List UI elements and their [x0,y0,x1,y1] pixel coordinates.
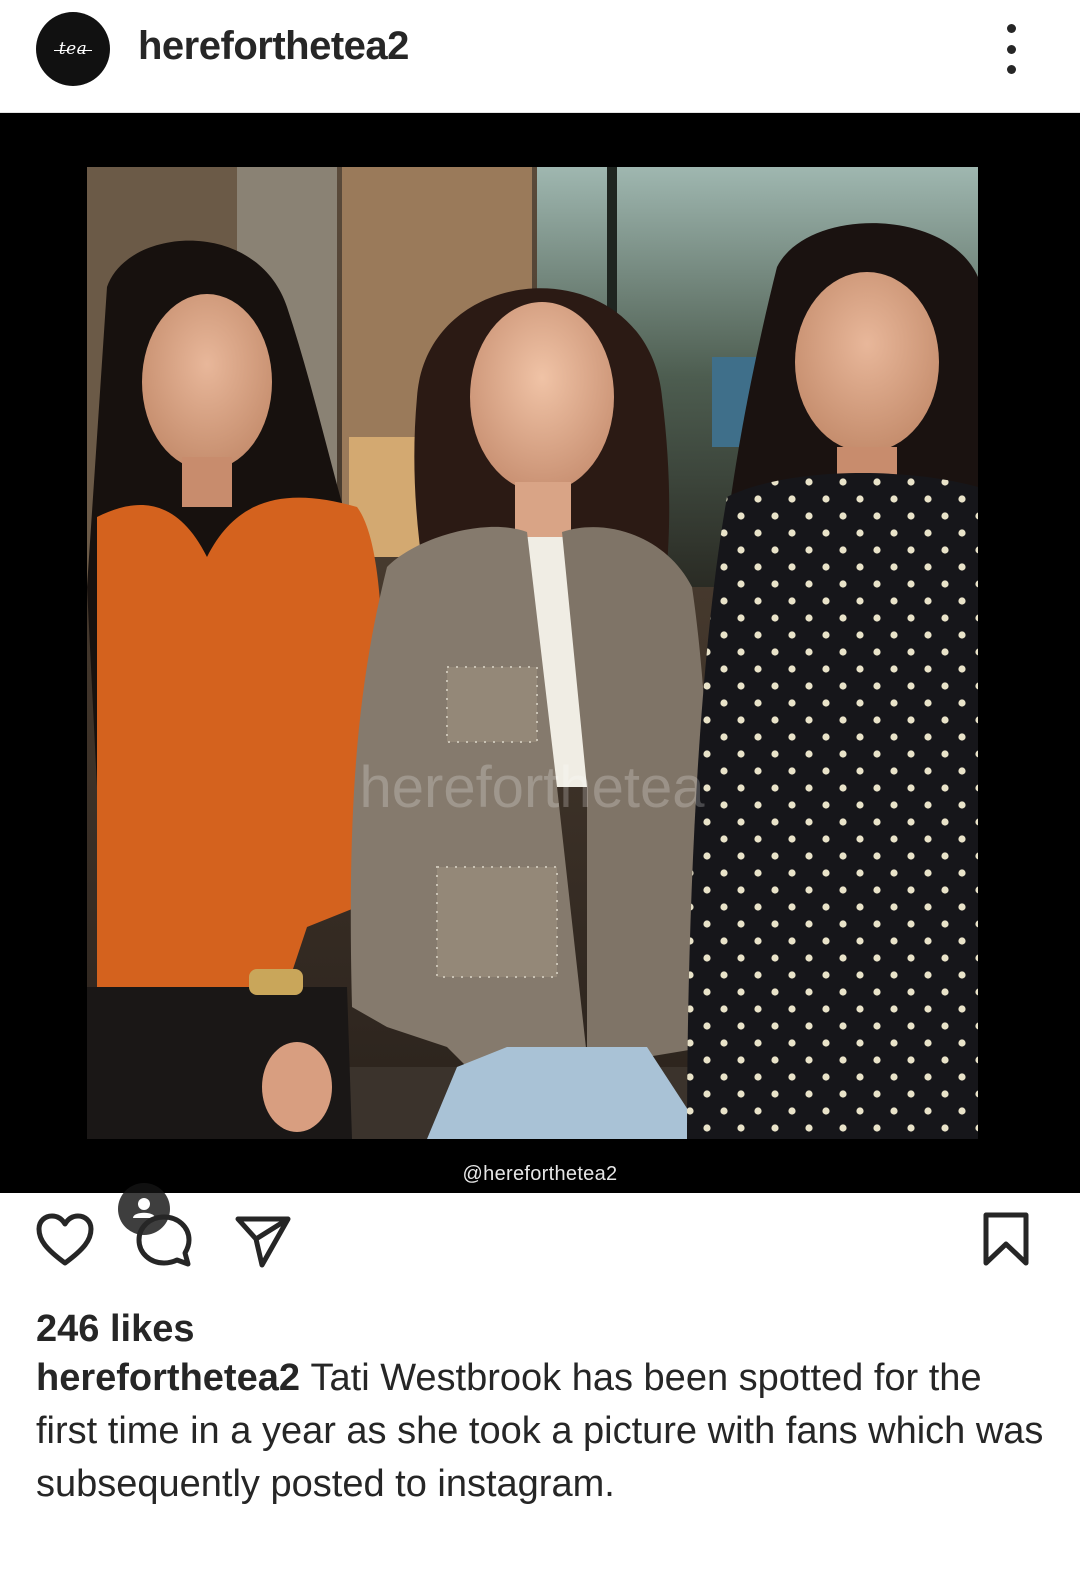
photo-watermark-handle: @herefortheteа2 [462,1163,618,1185]
middle-person-face [470,302,614,492]
post-actions [0,1193,1080,1293]
post-caption: herefortheteа2 Tati Westbrook has been s… [36,1352,1046,1511]
photo-overlay-watermark: herefortheteа [359,755,705,820]
like-count[interactable]: 246 likes [36,1308,194,1351]
right-person-face [795,272,939,452]
photo-illustration: herefortheteа [87,167,978,1139]
more-options-icon[interactable] [996,24,1026,74]
left-person-neck [182,457,232,507]
comment-icon[interactable] [136,1213,192,1274]
left-person-hand [262,1042,332,1132]
post-photo: herefortheteа [87,167,978,1139]
post-username[interactable]: herefortheteа2 [138,24,409,69]
post-media[interactable]: herefortheteа @herefortheteа2 [0,113,1080,1235]
left-person-face [142,294,272,470]
jacket-pocket-lower [436,866,558,978]
avatar-logo-text: tea [58,39,88,59]
avatar[interactable]: tea [36,12,110,86]
share-icon[interactable] [234,1213,292,1274]
caption-username[interactable]: herefortheteа2 [36,1357,300,1399]
jacket-pocket-upper [446,666,538,743]
post-header: tea herefortheteа2 [0,0,1080,113]
right-person-dress [687,473,978,1139]
left-person-top [97,497,383,987]
more-dot [1006,24,1016,33]
bookmark-icon[interactable] [982,1211,1030,1272]
more-dot [1006,44,1016,54]
more-dot [1006,65,1016,74]
avatar-rule-left [54,50,68,51]
left-person-watch [249,969,303,995]
avatar-rule-right [78,50,92,51]
heart-icon[interactable] [36,1213,94,1272]
